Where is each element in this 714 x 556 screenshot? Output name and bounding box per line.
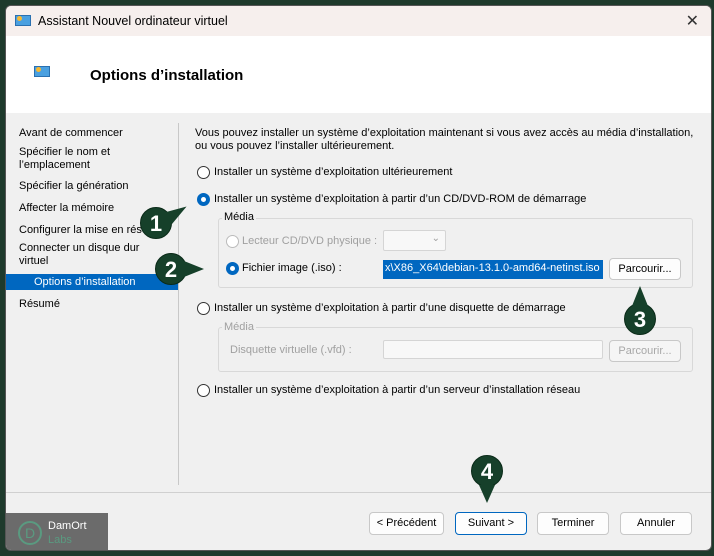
- watermark-logo: D DamOrt Labs: [6, 513, 108, 550]
- sidebar-item-install-options[interactable]: Options d’installation: [6, 274, 178, 290]
- previous-button[interactable]: < Précédent: [369, 512, 444, 535]
- finish-button[interactable]: Terminer: [537, 512, 609, 535]
- radio-later[interactable]: [197, 166, 210, 179]
- logo-icon: D: [18, 521, 42, 545]
- intro-text: Vous pouvez installer un système d’explo…: [195, 127, 694, 152]
- close-button[interactable]: ✕: [686, 11, 699, 31]
- logo-line1: DamOrt: [48, 520, 87, 532]
- media-label: Média: [222, 211, 256, 223]
- iso-path-input[interactable]: x\X86_X64\debian-13.1.0-amd64-netinst.is…: [383, 260, 603, 279]
- label-network[interactable]: Installer un système d’exploitation à pa…: [214, 384, 580, 397]
- divider: [178, 123, 179, 485]
- radio-image-file[interactable]: [226, 262, 239, 275]
- label-virtual-floppy: Disquette virtuelle (.vfd) :: [230, 344, 352, 356]
- page-title: Options d’installation: [90, 67, 244, 84]
- sidebar-item-disk[interactable]: Connecter un disque dur virtuel: [19, 242, 149, 268]
- label-floppy[interactable]: Installer un système d’exploitation à pa…: [214, 302, 566, 315]
- callout-marker-3: 3: [624, 303, 656, 335]
- computer-icon: [15, 15, 31, 26]
- browse-iso-button[interactable]: Parcourir...: [609, 258, 681, 280]
- floppy-path-input[interactable]: [383, 340, 603, 359]
- callout-pointer: [184, 261, 204, 277]
- next-button[interactable]: Suivant >: [455, 512, 527, 535]
- header: Options d’installation: [6, 36, 711, 113]
- label-later[interactable]: Installer un système d’exploitation ulté…: [214, 166, 452, 179]
- drive-dropdown[interactable]: ⌄: [383, 230, 446, 251]
- logo-line2: Labs: [48, 534, 72, 546]
- label-image-file: Fichier image (.iso) :: [242, 262, 342, 274]
- radio-physical-drive[interactable]: [226, 235, 239, 248]
- computer-icon: [34, 66, 50, 77]
- radio-cd[interactable]: [197, 193, 210, 206]
- sidebar-item-generation[interactable]: Spécifier la génération: [19, 180, 174, 193]
- sidebar-item-summary[interactable]: Résumé: [19, 298, 174, 311]
- chevron-down-icon: ⌄: [431, 233, 440, 244]
- callout-pointer: [479, 485, 495, 503]
- label-physical-drive: Lecteur CD/DVD physique :: [242, 235, 378, 247]
- label-cd[interactable]: Installer un système d’exploitation à pa…: [214, 193, 586, 206]
- wizard-window: Assistant Nouvel ordinateur virtuel ✕ Op…: [5, 5, 712, 551]
- sidebar-item-before[interactable]: Avant de commencer: [19, 127, 174, 140]
- browse-floppy-button[interactable]: Parcourir...: [609, 340, 681, 362]
- media-label-floppy: Média: [222, 321, 256, 333]
- callout-marker-2: 2: [155, 253, 187, 285]
- footer-divider: [6, 492, 711, 493]
- callout-marker-4: 4: [471, 455, 503, 487]
- window-title: Assistant Nouvel ordinateur virtuel: [38, 14, 228, 28]
- sidebar-item-name[interactable]: Spécifier le nom et l’emplacement: [19, 146, 129, 172]
- radio-floppy[interactable]: [197, 302, 210, 315]
- radio-network[interactable]: [197, 384, 210, 397]
- callout-pointer: [632, 286, 648, 306]
- sidebar-item-network[interactable]: Configurer la mise en réseau: [19, 224, 147, 237]
- title-bar: Assistant Nouvel ordinateur virtuel ✕: [6, 6, 711, 36]
- cancel-button[interactable]: Annuler: [620, 512, 692, 535]
